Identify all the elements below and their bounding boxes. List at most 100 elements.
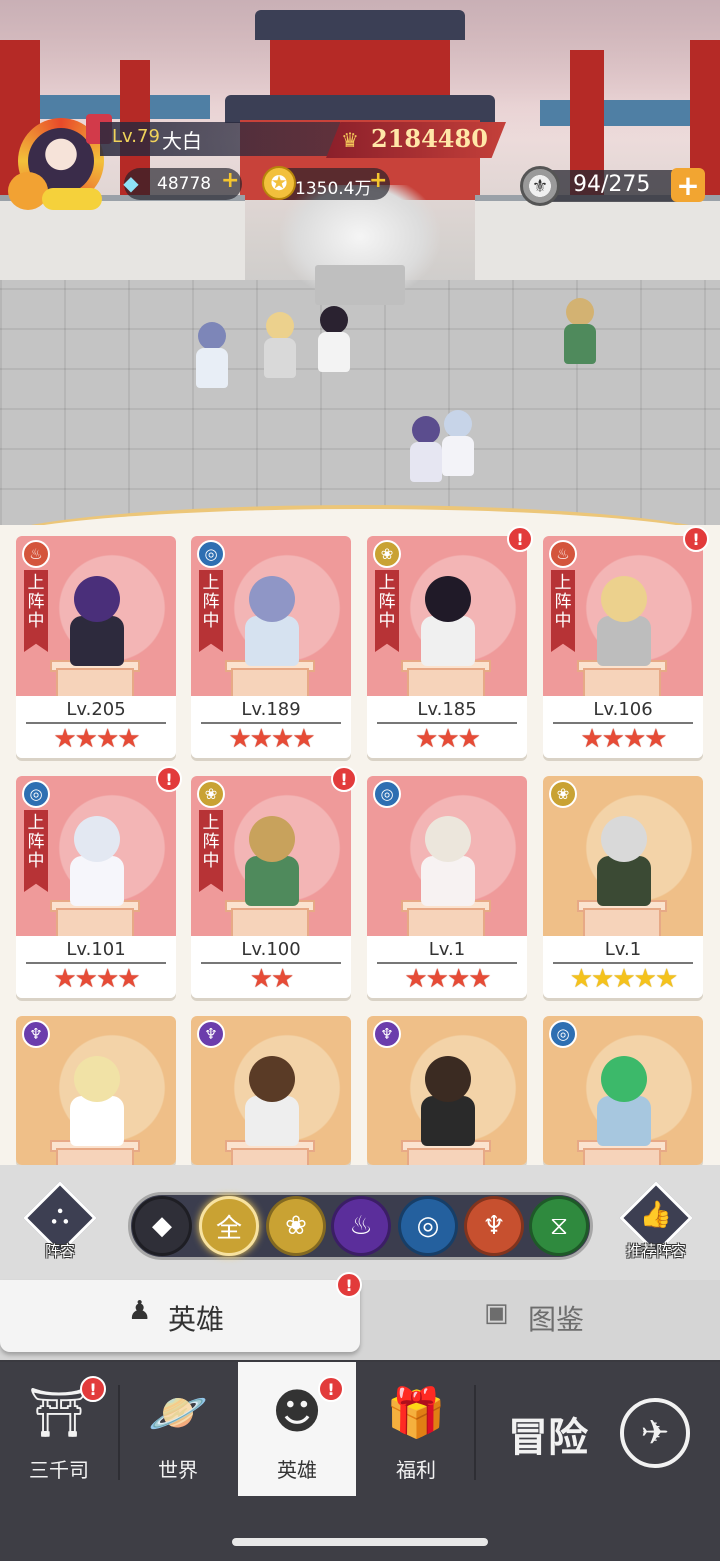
hero-level: Lv.1 — [604, 939, 642, 960]
hero-card[interactable]: ♆ — [367, 1016, 527, 1165]
pet-icon — [8, 172, 48, 210]
hero-card[interactable]: Lv.1 ★★★★★ ❀ — [543, 776, 703, 998]
power-value: 2184480 — [371, 124, 488, 153]
filter-dark-flame-button[interactable]: ♨ — [331, 1196, 391, 1256]
hero-card[interactable]: ◎ — [543, 1016, 703, 1165]
battle-scene — [0, 0, 720, 530]
add-stamina-button[interactable]: + — [671, 168, 705, 202]
hero-portrait — [421, 616, 475, 666]
nav-label: 福利 — [396, 1458, 436, 1482]
hero-card[interactable]: Lv.189 ★★★★ ◎ 上阵中 — [191, 536, 351, 758]
diamond-count: 48778 — [157, 174, 212, 194]
alert-badge: ! — [156, 766, 182, 792]
hero-portrait — [70, 1096, 124, 1146]
recommend-lineup-button[interactable]: 👍 推荐阵容 — [618, 1181, 694, 1268]
hero-card[interactable]: ♆ — [16, 1016, 176, 1165]
on-duty-ribbon: 上阵中 — [24, 570, 48, 652]
field-hero-sprite — [558, 298, 602, 368]
faction-lotus-icon: ❀ — [197, 780, 225, 808]
stamina-value: 94/275 — [573, 172, 651, 197]
all-text: 全 — [215, 1213, 242, 1244]
thumbs-up-icon: 👍 — [639, 1200, 673, 1230]
hero-portrait — [597, 616, 651, 666]
on-duty-ribbon: 上阵中 — [551, 570, 575, 652]
filter-all-button[interactable]: 全 — [199, 1196, 259, 1256]
dna-icon: ⧖ — [549, 1210, 569, 1241]
adventure-label: 冒险 — [508, 1415, 588, 1461]
hero-card[interactable]: Lv.100 ★★ ❀ 上阵中 — [191, 776, 351, 998]
hero-portrait — [70, 856, 124, 906]
hero-level: Lv.189 — [241, 699, 301, 720]
water-swirl-icon: ◎ — [416, 1211, 440, 1241]
hero-portrait — [245, 616, 299, 666]
home-indicator[interactable] — [232, 1538, 488, 1546]
hero-card[interactable]: Lv.1 ★★★★ ◎ — [367, 776, 527, 998]
recommend-lineup-label: 推荐阵容 — [625, 1242, 686, 1260]
stamina-icon: ⚜ — [520, 166, 560, 206]
player-name: 大白 — [162, 129, 202, 153]
add-gold-button[interactable]: + — [369, 168, 387, 193]
field-hero-sprite — [190, 322, 234, 392]
hero-portrait — [70, 616, 124, 666]
planet-icon: 🪐 — [148, 1385, 208, 1441]
hero-stars: ★★ — [249, 964, 295, 994]
dark-flame-icon: ♨ — [349, 1211, 373, 1241]
filter-diamond-stack-button[interactable]: ◆ — [132, 1196, 192, 1256]
on-duty-ribbon: 上阵中 — [24, 810, 48, 892]
filter-lotus-button[interactable]: ❀ — [266, 1196, 326, 1256]
hero-card[interactable]: Lv.101 ★★★★ ◎ 上阵中 — [16, 776, 176, 998]
power-icon: ♛ — [341, 128, 359, 152]
fire-meditation-icon: ♆ — [482, 1211, 506, 1241]
alert-badge: ! — [80, 1376, 106, 1402]
codex-icon: ▣ — [484, 1298, 509, 1328]
hero-card[interactable]: Lv.106 ★★★★ ♨ 上阵中 — [543, 536, 703, 758]
gift-box-icon: 🎁 — [386, 1385, 446, 1441]
on-duty-ribbon: 上阵中 — [199, 570, 223, 652]
field-hero-sprite — [258, 312, 302, 382]
hero-card[interactable]: Lv.205 ★★★★ ♨ 上阵中 — [16, 536, 176, 758]
faction-water-icon: ◎ — [22, 780, 50, 808]
hero-card[interactable]: ♆ — [191, 1016, 351, 1165]
alert-badge: ! — [507, 526, 533, 552]
hero-card[interactable]: Lv.185 ★★★ ❀ 上阵中 — [367, 536, 527, 758]
hero-tab-icon: ♟ — [128, 1296, 152, 1326]
diamond-stack-icon: ◆ — [152, 1211, 172, 1241]
hero-portrait — [245, 1096, 299, 1146]
hero-level: Lv.1 — [428, 939, 466, 960]
alert-badge: ! — [331, 766, 357, 792]
lineup-label: 阵容 — [44, 1242, 75, 1260]
hero-stars: ★★★★ — [53, 964, 140, 994]
faction-fire-icon: ♨ — [549, 540, 577, 568]
hero-stars: ★★★★ — [53, 724, 140, 754]
gold-count: 1350.4万 — [295, 179, 372, 199]
nav-label: 世界 — [158, 1458, 198, 1482]
player-avatar[interactable] — [8, 110, 112, 214]
hero-stars: ★★★★★ — [569, 964, 679, 994]
alert-badge: ! — [336, 1272, 362, 1298]
faction-water-icon: ◎ — [197, 540, 225, 568]
hero-portrait — [421, 1096, 475, 1146]
tab-heroes-label: 英雄 — [168, 1303, 225, 1336]
nav-item-3[interactable]: 🎁 福利 — [357, 1362, 475, 1502]
add-diamond-button[interactable]: + — [221, 168, 239, 193]
tab-codex-label: 图鉴 — [528, 1303, 585, 1336]
alert-badge: ! — [683, 526, 709, 552]
faction-lotus-icon: ❀ — [549, 780, 577, 808]
filter-dna-button[interactable]: ⧖ — [529, 1196, 589, 1256]
hero-portrait — [597, 856, 651, 906]
lineup-network-icon: ⛬ — [50, 1200, 70, 1230]
hero-stars: ★★★★ — [228, 724, 315, 754]
hero-level: Lv.101 — [66, 939, 126, 960]
lineup-button[interactable]: ⛬ 阵容 — [22, 1181, 98, 1268]
hero-level: Lv.205 — [66, 699, 126, 720]
faction-fire-icon: ♨ — [22, 540, 50, 568]
compass-icon: ✈ — [620, 1398, 690, 1468]
nav-item-1[interactable]: 🪐 世界 — [119, 1362, 237, 1502]
diamond-icon: ◆ — [123, 171, 139, 195]
player-level: Lv.79 — [112, 126, 160, 147]
faction-dark-icon: ♆ — [22, 1020, 50, 1048]
nav-label: 三千司 — [29, 1458, 89, 1482]
hero-stars: ★★★ — [415, 724, 481, 754]
filter-water-swirl-button[interactable]: ◎ — [398, 1196, 458, 1256]
filter-fire-meditation-button[interactable]: ♆ — [464, 1196, 524, 1256]
